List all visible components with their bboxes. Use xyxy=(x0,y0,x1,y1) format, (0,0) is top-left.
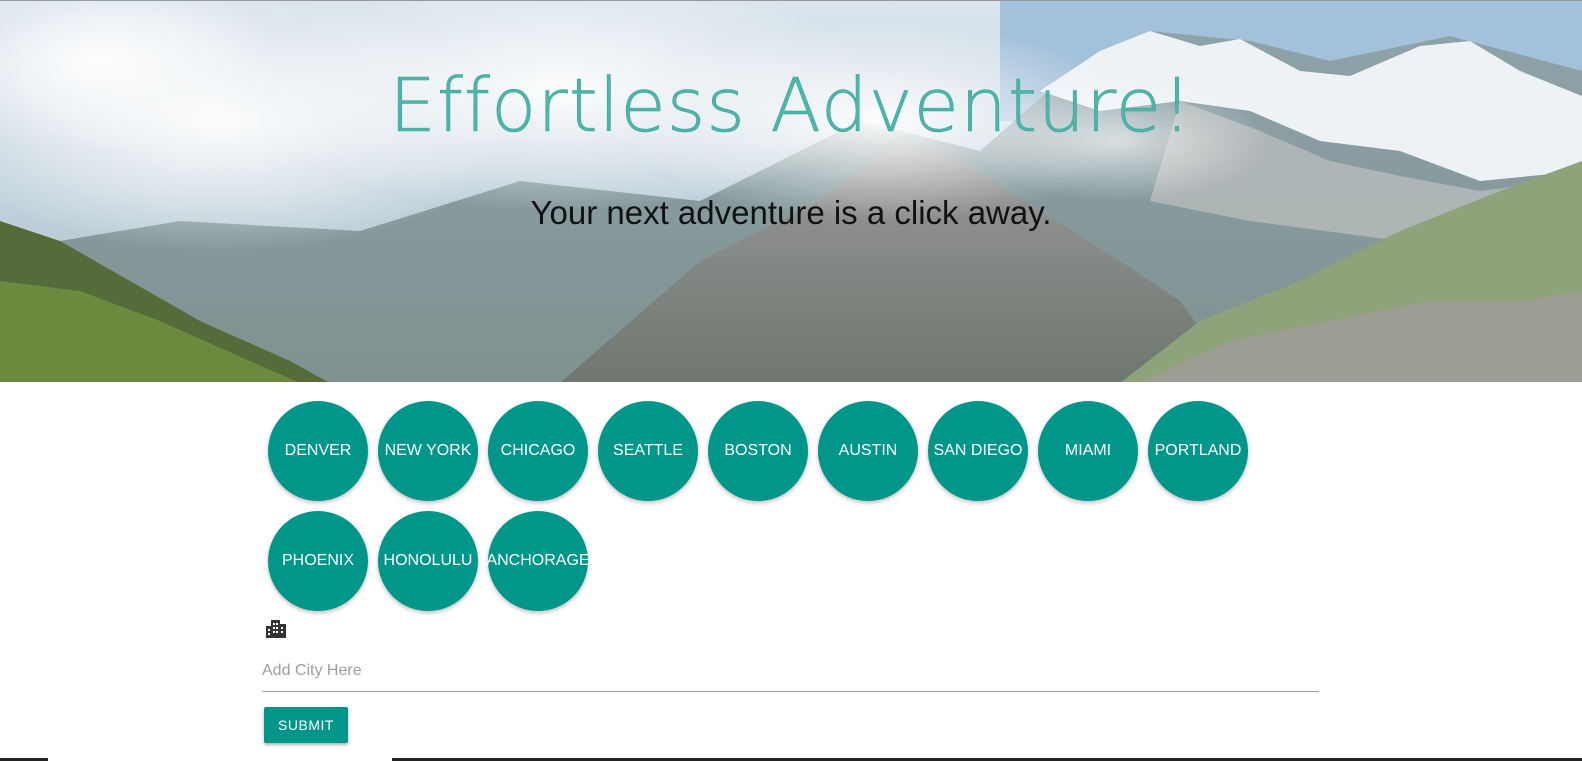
hero-banner: Effortless Adventure! Your next adventur… xyxy=(0,0,1582,382)
hero-title: Effortless Adventure! xyxy=(389,63,1193,150)
city-button-new-york[interactable]: NEW YORK xyxy=(378,401,478,501)
city-button-denver[interactable]: DENVER xyxy=(268,401,368,501)
city-icon xyxy=(266,620,286,638)
submit-button[interactable]: SUBMIT xyxy=(264,707,348,743)
city-button-boston[interactable]: BOSTON xyxy=(708,401,808,501)
city-button-miami[interactable]: MIAMI xyxy=(1038,401,1138,501)
city-button-phoenix[interactable]: PHOENIX xyxy=(268,511,368,611)
add-city-input[interactable] xyxy=(262,650,1319,692)
city-button-austin[interactable]: AUSTIN xyxy=(818,401,918,501)
city-button-chicago[interactable]: CHICAGO xyxy=(488,401,588,501)
city-button-anchorage[interactable]: ANCHORAGE xyxy=(486,511,590,611)
city-button-san-diego[interactable]: SAN DIEGO xyxy=(928,401,1028,501)
city-button-portland[interactable]: PORTLAND xyxy=(1148,401,1248,501)
city-button-seattle[interactable]: SEATTLE xyxy=(598,401,698,501)
hero-subtitle: Your next adventure is a click away. xyxy=(530,194,1052,231)
mountain-background-image xyxy=(0,1,1582,382)
city-button-honolulu[interactable]: HONOLULU xyxy=(378,511,478,611)
